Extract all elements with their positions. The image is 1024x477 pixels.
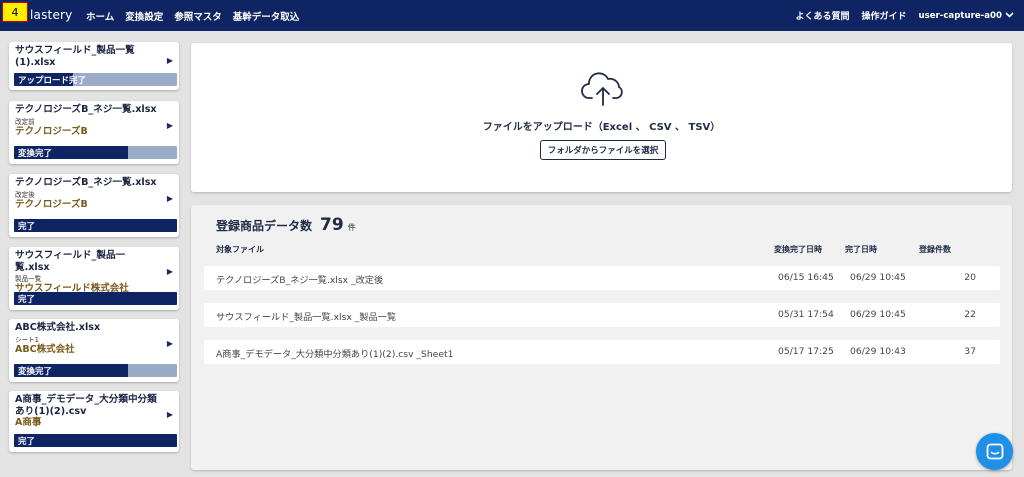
play-arrow-icon[interactable]: ▶ <box>167 267 173 276</box>
row-file: サウスフィールド_製品一覧.xlsx _製品一覧 <box>216 312 397 323</box>
row-completed: 06/29 10:43 <box>850 346 906 357</box>
status-label: 完了 <box>18 295 36 305</box>
brand-logo[interactable]: lastery <box>30 8 72 22</box>
nav-guide[interactable]: 操作ガイド <box>861 9 906 22</box>
upload-title: ファイルをアップロード（Excel 、 CSV 、 TSV） <box>482 122 721 133</box>
upload-dropzone[interactable]: ファイルをアップロード（Excel 、 CSV 、 TSV） フォルダからファイ… <box>191 43 1012 192</box>
top-nav-bar: 4 lastery ホーム 変換設定 参照マスタ 基幹データ取込 よくある質問 … <box>0 0 1024 31</box>
file-card[interactable]: サウスフィールド_製品一覧(1).xlsx ▶ アップロード完了 <box>9 42 179 90</box>
company-name: テクノロジーズB <box>15 125 88 137</box>
file-name: A商事_デモデータ_大分類中分類あり(1)(2).csv <box>15 394 157 417</box>
row-converted: 05/31 17:54 <box>778 309 834 320</box>
company-name: テクノロジーズB <box>15 198 88 210</box>
file-card[interactable]: ABC株式会社.xlsx ▶ シート1 ABC株式会社 変換完了 <box>9 319 179 382</box>
main-nav: ホーム 変換設定 参照マスタ 基幹データ取込 <box>86 0 299 31</box>
table-row[interactable]: A商事_デモデータ_大分類中分類あり(1)(2).csv _Sheet1 05/… <box>204 340 1000 364</box>
sheet-name: 改定前 <box>15 117 35 126</box>
nav-conversion-settings[interactable]: 変換設定 <box>125 9 163 23</box>
nav-reference-master[interactable]: 参照マスタ <box>174 9 222 23</box>
file-card[interactable]: A商事_デモデータ_大分類中分類あり(1)(2).csv ▶ A商事 完了 <box>9 391 179 452</box>
registered-header: 登録商品データ数 79 件 <box>216 215 356 235</box>
row-converted: 05/17 17:25 <box>778 346 834 357</box>
sheet-name: 製品一覧 <box>15 275 42 283</box>
row-completed: 06/29 10:45 <box>850 309 906 320</box>
status-label: 完了 <box>18 437 36 447</box>
file-card[interactable]: テクノロジーズB_ネジ一覧.xlsx ▶ 改定後 テクノロジーズB 完了 <box>9 174 179 237</box>
registered-unit: 件 <box>347 223 356 232</box>
nav-faq[interactable]: よくある質問 <box>795 9 849 22</box>
row-file: A商事_デモデータ_大分類中分類あり(1)(2).csv _Sheet1 <box>216 349 454 360</box>
row-file: テクノロジーズB_ネジ一覧.xlsx _改定後 <box>216 275 384 286</box>
col-count: 登録件数 <box>919 245 951 254</box>
right-nav: よくある質問 操作ガイド user-capture-a00 <box>795 0 1014 31</box>
registered-title: 登録商品データ数 <box>216 219 313 233</box>
file-name: テクノロジーズB_ネジ一覧.xlsx <box>15 177 157 188</box>
progress-bar: 完了 <box>14 434 177 447</box>
progress-bar: 完了 <box>14 219 177 232</box>
play-arrow-icon[interactable]: ▶ <box>167 339 173 348</box>
file-name: サウスフィールド_製品一覧(1).xlsx <box>15 45 135 68</box>
registered-count: 79 <box>320 215 344 235</box>
chevron-down-icon[interactable] <box>1005 11 1014 21</box>
file-card[interactable]: テクノロジーズB_ネジ一覧.xlsx ▶ 改定前 テクノロジーズB 変換完了 <box>9 101 179 164</box>
progress-bar: 変換完了 <box>14 364 177 377</box>
play-arrow-icon[interactable]: ▶ <box>167 194 173 203</box>
registered-data-panel: 登録商品データ数 79 件 対象ファイル 変換完了日時 完了日時 登録件数 テク… <box>191 205 1012 470</box>
nav-core-data-import[interactable]: 基幹データ取込 <box>233 9 300 23</box>
status-label: アップロード完了 <box>18 76 87 86</box>
row-completed: 06/29 10:45 <box>850 272 906 283</box>
sheet-name: シート1 <box>15 335 39 344</box>
play-arrow-icon[interactable]: ▶ <box>167 121 173 130</box>
col-file: 対象ファイル <box>216 245 264 254</box>
play-arrow-icon[interactable]: ▶ <box>167 56 173 65</box>
col-converted: 変換完了日時 <box>774 245 822 254</box>
row-count: 22 <box>964 309 976 320</box>
sheet-name: 改定後 <box>15 190 35 199</box>
file-card[interactable]: サウスフィールド_製品一覧.xlsx ▶ 製品一覧 サウスフィールド株式会社 完… <box>9 247 179 310</box>
file-name: ABC株式会社.xlsx <box>15 322 101 333</box>
progress-fill <box>14 292 177 305</box>
file-name: テクノロジーズB_ネジ一覧.xlsx <box>15 104 157 115</box>
select-folder-button[interactable]: フォルダからファイルを選択 <box>540 140 666 160</box>
chat-icon[interactable] <box>976 433 1013 470</box>
step-badge: 4 <box>2 2 28 22</box>
table-row[interactable]: サウスフィールド_製品一覧.xlsx _製品一覧 05/31 17:54 06/… <box>204 303 1000 327</box>
table-row[interactable]: テクノロジーズB_ネジ一覧.xlsx _改定後 06/15 16:45 06/2… <box>204 266 1000 290</box>
row-converted: 06/15 16:45 <box>778 272 834 283</box>
play-arrow-icon[interactable]: ▶ <box>167 410 173 419</box>
table-header: 対象ファイル 変換完了日時 完了日時 登録件数 <box>191 244 1012 256</box>
progress-bar: 変換完了 <box>14 146 177 159</box>
file-name: サウスフィールド_製品一覧.xlsx <box>15 250 126 273</box>
progress-bar: アップロード完了 <box>14 73 177 86</box>
progress-fill <box>14 434 177 447</box>
row-count: 20 <box>964 272 976 283</box>
progress-bar: 完了 <box>14 292 177 305</box>
company-name: A商事 <box>15 417 42 428</box>
status-label: 変換完了 <box>18 149 53 159</box>
row-count: 37 <box>964 346 976 357</box>
cloud-upload-icon <box>581 71 625 107</box>
progress-fill <box>14 219 177 232</box>
company-name: ABC株式会社 <box>15 343 75 355</box>
nav-home[interactable]: ホーム <box>86 9 114 23</box>
col-completed: 完了日時 <box>845 245 877 254</box>
status-label: 完了 <box>18 222 36 232</box>
user-menu[interactable]: user-capture-a00 <box>918 11 1002 21</box>
status-label: 変換完了 <box>18 367 53 377</box>
